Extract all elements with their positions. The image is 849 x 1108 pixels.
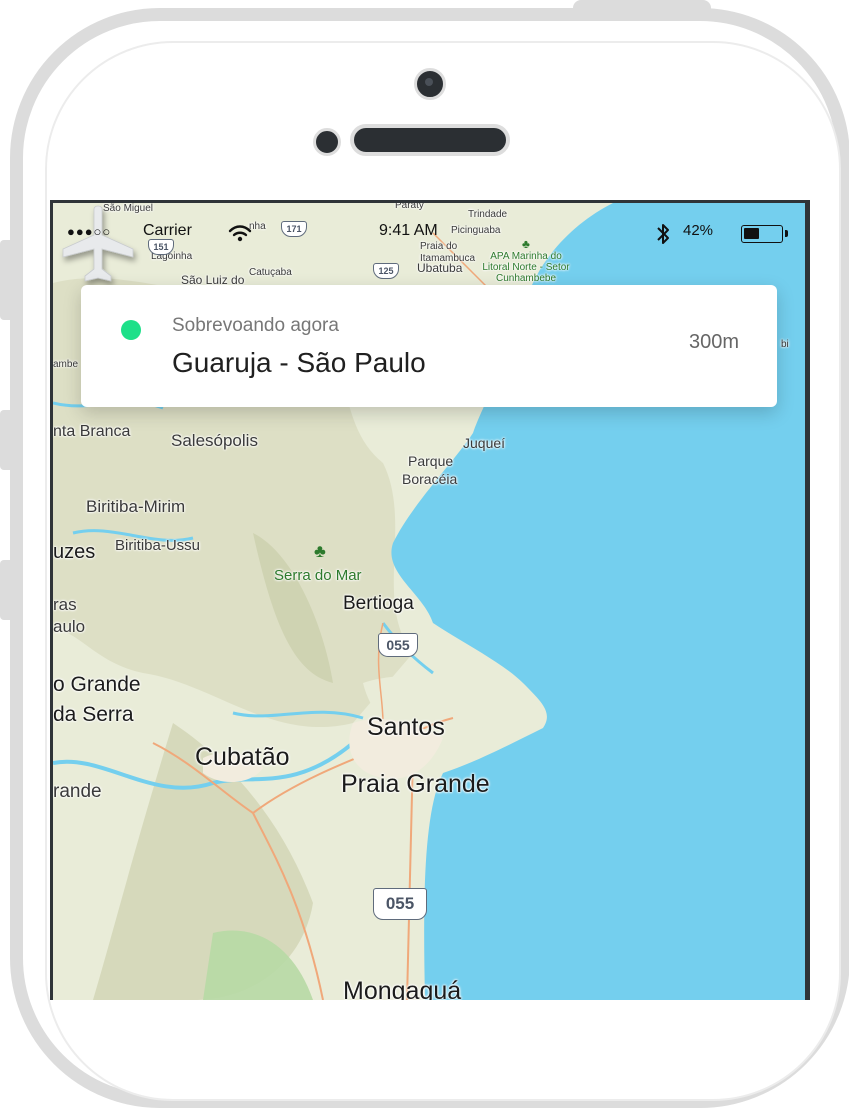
power-button: [573, 0, 711, 14]
map-label-mongagua: Mongaguá: [343, 977, 462, 1000]
status-dot-icon: [121, 320, 141, 340]
map-label-biritiba-ussu: Biritiba-Ussu: [115, 537, 201, 554]
bluetooth-icon: [657, 224, 669, 244]
map-label-parque: Parque: [408, 453, 454, 469]
map-label-anta-branca: nta Branca: [53, 423, 131, 440]
mute-switch: [0, 240, 12, 320]
route-shield-055-top: 055: [378, 633, 418, 657]
route-shield-055-bottom: 055: [373, 888, 427, 920]
flight-altitude: 300m: [688, 331, 739, 353]
map-label-da-serra: da Serra: [53, 703, 134, 726]
map-label-catucaba: Catuçaba: [249, 267, 292, 278]
map-label-cubatao: Cubatão: [195, 743, 290, 771]
battery-icon: [741, 225, 788, 243]
map-label-santos: Santos: [367, 713, 445, 741]
map-label-ubatuba: Ubatuba: [417, 261, 463, 275]
map-label-ambe: ambe: [53, 359, 79, 370]
map-label-o-grande: o Grande: [53, 673, 141, 696]
flight-location: Guaruja - São Paulo: [172, 347, 426, 378]
phone-screen: São Miguel Paraty Trindade Picinguaba Pr…: [50, 200, 810, 1000]
status-bar: ●●●○○ Carrier 9:41 AM 42%: [53, 218, 805, 248]
volume-up-button: [0, 410, 12, 470]
map-label-boraceia: Boracéia: [402, 471, 458, 487]
map-label-ras: ras: [53, 595, 77, 614]
map-label-juquei: Juqueí: [463, 435, 506, 451]
map-label-salesopolis: Salesópolis: [171, 431, 258, 450]
map-label-bi: bi: [781, 339, 789, 350]
map-label-rande: rande: [53, 781, 102, 802]
status-time: 9:41 AM: [379, 222, 438, 239]
map-label-biritiba-mirim: Biritiba-Mirim: [86, 497, 186, 516]
signal-strength-icon: ●●●○○: [67, 224, 112, 239]
map-view[interactable]: São Miguel Paraty Trindade Picinguaba Pr…: [53, 203, 805, 1000]
route-shield-125: 125: [373, 263, 399, 279]
volume-down-button: [0, 560, 12, 620]
flight-info-card[interactable]: Sobrevoando agora Guaruja - São Paulo 30…: [81, 285, 777, 407]
map-label-aulo: aulo: [53, 617, 86, 636]
airplane-icon[interactable]: [53, 203, 143, 293]
map-label-apa-marinha: APA Marinha do Litoral Norte - Setor Cun…: [482, 251, 570, 284]
map-label-serra-do-mar: Serra do Mar: [274, 567, 362, 584]
earpiece-speaker: [350, 124, 510, 156]
battery-percent: 42%: [683, 222, 714, 239]
map-label-bertioga: Bertioga: [343, 593, 414, 614]
flight-status-label: Sobrevoando agora: [172, 315, 339, 336]
proximity-sensor: [313, 128, 341, 156]
map-label-praia-grande: Praia Grande: [341, 770, 490, 798]
front-camera: [414, 68, 446, 100]
wifi-icon: [228, 225, 252, 242]
park-tree-icon-serra: ♣: [314, 541, 326, 561]
map-label-uzes: uzes: [53, 541, 96, 563]
map-label-paraty: Paraty: [395, 203, 424, 211]
carrier-label: Carrier: [143, 222, 192, 239]
